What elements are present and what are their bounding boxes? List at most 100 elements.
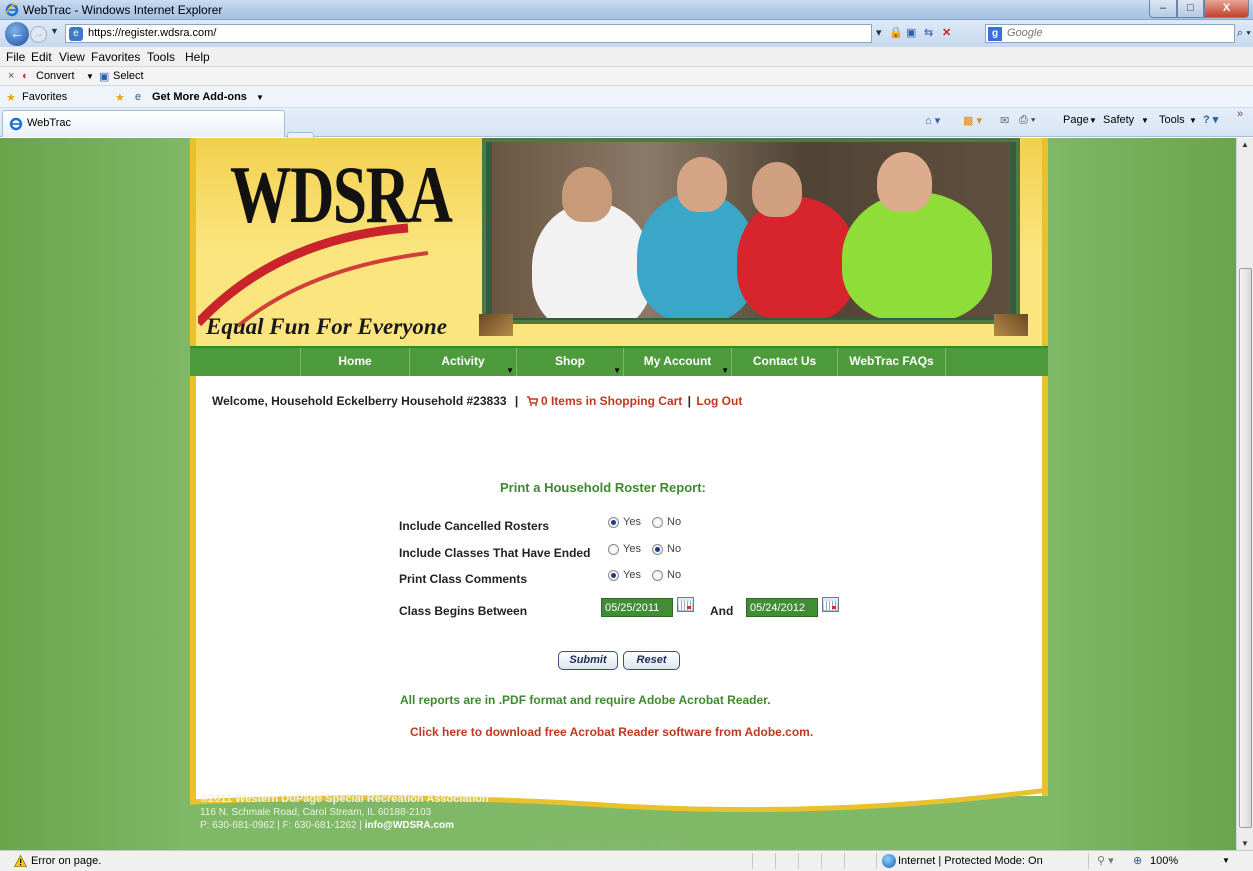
site-nav: Home Activity ▼ Shop ▼ My Account ▼ Contact… — [190, 346, 1048, 376]
mail-icon[interactable]: ✉ — [1000, 114, 1009, 127]
history-dropdown-icon[interactable]: ▼ — [50, 26, 59, 36]
status-bar: Error on page. Internet | Protected Mode… — [0, 850, 1253, 871]
report-title: Print a Household Roster Report: — [500, 480, 706, 495]
nav-my-account[interactable]: My Account ▼ — [624, 348, 732, 376]
compatibility-view-icon[interactable]: ▣ — [906, 26, 916, 39]
stop-icon[interactable]: ✕ — [942, 26, 951, 39]
ended-yes-radio[interactable] — [608, 544, 619, 555]
scroll-down-arrow-icon[interactable]: ▼ — [1241, 839, 1249, 848]
reset-button[interactable]: Reset — [623, 651, 680, 670]
pdf-toolbar: × ◐ Convert ▼ ▣ Select — [0, 67, 1253, 86]
security-zone-text[interactable]: Internet | Protected Mode: On — [898, 855, 1043, 867]
comments-no-radio[interactable] — [652, 570, 663, 581]
more-commands-icon[interactable]: » — [1237, 108, 1243, 120]
log-out-link[interactable]: Log Out — [696, 394, 742, 408]
tools-menu[interactable]: Tools — [1159, 114, 1185, 126]
dropdown-arrow-icon: ▼ — [613, 366, 621, 375]
forward-button[interactable]: → — [30, 26, 47, 43]
home-icon[interactable]: ⌂ ▾ — [925, 114, 940, 127]
menu-favorites[interactable]: Favorites — [91, 50, 140, 64]
download-acrobat-link[interactable]: Click here to download free Acrobat Read… — [410, 725, 813, 739]
address-row: ← → ▼ e https://register.wdsra.com/ ▾ 🔒 … — [0, 20, 1253, 47]
zoom-dropdown-icon[interactable]: ▼ — [1222, 856, 1230, 865]
menu-edit[interactable]: Edit — [31, 50, 52, 64]
close-toolbar-icon[interactable]: × — [8, 70, 14, 82]
maximize-button[interactable]: □ — [1177, 0, 1204, 18]
menu-help[interactable]: Help — [185, 50, 210, 64]
scrollbar-thumb[interactable] — [1239, 268, 1252, 828]
shopping-cart-link[interactable]: 0 Items in Shopping Cart — [541, 394, 682, 408]
close-window-button[interactable]: X — [1204, 0, 1249, 18]
separator: | — [687, 394, 692, 408]
nav-home-label: Home — [338, 354, 372, 368]
address-dropdown-icon[interactable]: ▾ — [876, 26, 882, 39]
search-input[interactable]: g Google — [985, 24, 1235, 43]
favorites-button[interactable]: Favorites — [22, 91, 67, 103]
address-bar[interactable]: e https://register.wdsra.com/ — [65, 24, 872, 43]
refresh-icon[interactable]: ⇆ — [924, 26, 933, 39]
print-icon[interactable]: ⎙ ▾ — [1019, 114, 1035, 127]
minimize-button[interactable]: – — [1149, 0, 1177, 18]
nav-shop[interactable]: Shop ▼ — [517, 348, 624, 376]
add-favorite-icon[interactable]: ★ — [115, 91, 125, 104]
menu-file[interactable]: File — [6, 50, 25, 64]
zoom-icon: ⊕ — [1133, 855, 1143, 867]
nav-home[interactable]: Home — [300, 348, 410, 376]
print-class-comments-label: Print Class Comments — [399, 572, 528, 586]
window-titlebar: WebTrac - Windows Internet Explorer – □ … — [0, 0, 1253, 20]
footer-organization: ©2011 Western DuPage Special Recreation … — [200, 793, 489, 805]
nav-activity[interactable]: Activity ▼ — [410, 348, 517, 376]
calendar-icon[interactable] — [822, 597, 839, 612]
select-icon: ▣ — [99, 71, 110, 83]
safety-menu[interactable]: Safety — [1103, 114, 1134, 126]
nav-contact-us-label: Contact Us — [752, 354, 817, 368]
back-button[interactable]: ← — [5, 22, 29, 46]
footer-email-link[interactable]: info@WDSRA.com — [365, 820, 454, 831]
shopping-cart-icon[interactable] — [526, 396, 538, 406]
search-icon[interactable]: ⌕ ▾ — [1237, 27, 1251, 40]
page-scrollbar[interactable]: ▲ ▼ — [1236, 138, 1253, 850]
nav-contact-us[interactable]: Contact Us — [732, 348, 838, 376]
pdf-format-note: All reports are in .PDF format and requi… — [400, 693, 771, 707]
nav-webtrac-faqs[interactable]: WebTrac FAQs — [838, 348, 946, 376]
search-placeholder: Google — [1007, 27, 1043, 39]
and-label: And — [710, 604, 734, 618]
cancelled-yes-radio[interactable] — [608, 517, 619, 528]
lock-icon[interactable]: 🔒 — [889, 26, 903, 39]
help-icon[interactable]: ? ▾ — [1203, 113, 1218, 126]
class-begins-between-label: Class Begins Between — [399, 604, 528, 618]
wdsra-logo: WDSRA — [230, 149, 453, 240]
vendor-credit: ©2011 Vermont Systems, Inc. 10.2g — [540, 838, 684, 848]
warning-icon[interactable] — [14, 855, 27, 867]
cancelled-no-radio[interactable] — [652, 517, 663, 528]
protected-mode-icon[interactable]: ⚲ ▾ — [1097, 854, 1114, 867]
feeds-icon[interactable]: ▩ ▾ — [963, 114, 982, 127]
comments-yes-radio[interactable] — [608, 570, 619, 581]
start-date-input[interactable]: 05/25/2011 — [601, 598, 673, 617]
zoom-level[interactable]: 100% — [1150, 855, 1178, 867]
submit-button[interactable]: Submit — [558, 651, 618, 670]
get-more-addons-link[interactable]: Get More Add-ons — [152, 91, 247, 103]
convert-dropdown-icon[interactable]: ▼ — [86, 72, 94, 81]
include-cancelled-rosters-label: Include Cancelled Rosters — [399, 519, 550, 533]
addons-dropdown-icon[interactable]: ▼ — [256, 93, 264, 102]
calendar-icon[interactable] — [677, 597, 694, 612]
select-button[interactable]: Select — [113, 70, 144, 82]
convert-button[interactable]: Convert — [36, 70, 75, 82]
footer-contact: P: 630-681-0962 | F: 630-681-1262 | info… — [200, 819, 489, 832]
error-on-page-text[interactable]: Error on page. — [31, 855, 101, 867]
ended-no-radio[interactable] — [652, 544, 663, 555]
tab-webtrac[interactable]: WebTrac — [2, 110, 285, 137]
menu-tools[interactable]: Tools — [147, 50, 175, 64]
footer-address: 116 N. Schmale Road, Carol Stream, IL 60… — [200, 807, 432, 818]
nav-webtrac-faqs-label: WebTrac FAQs — [849, 354, 934, 368]
header-photo-frame — [482, 138, 1020, 324]
internet-explorer-icon — [9, 117, 23, 131]
frame-corner-right — [994, 314, 1028, 336]
menu-view[interactable]: View — [59, 50, 85, 64]
end-date-input[interactable]: 05/24/2012 — [746, 598, 818, 617]
radio-no-label: No — [667, 543, 682, 555]
scroll-up-arrow-icon[interactable]: ▲ — [1241, 140, 1249, 149]
convert-icon: ◐ — [22, 70, 29, 82]
page-menu[interactable]: Page — [1063, 114, 1089, 126]
